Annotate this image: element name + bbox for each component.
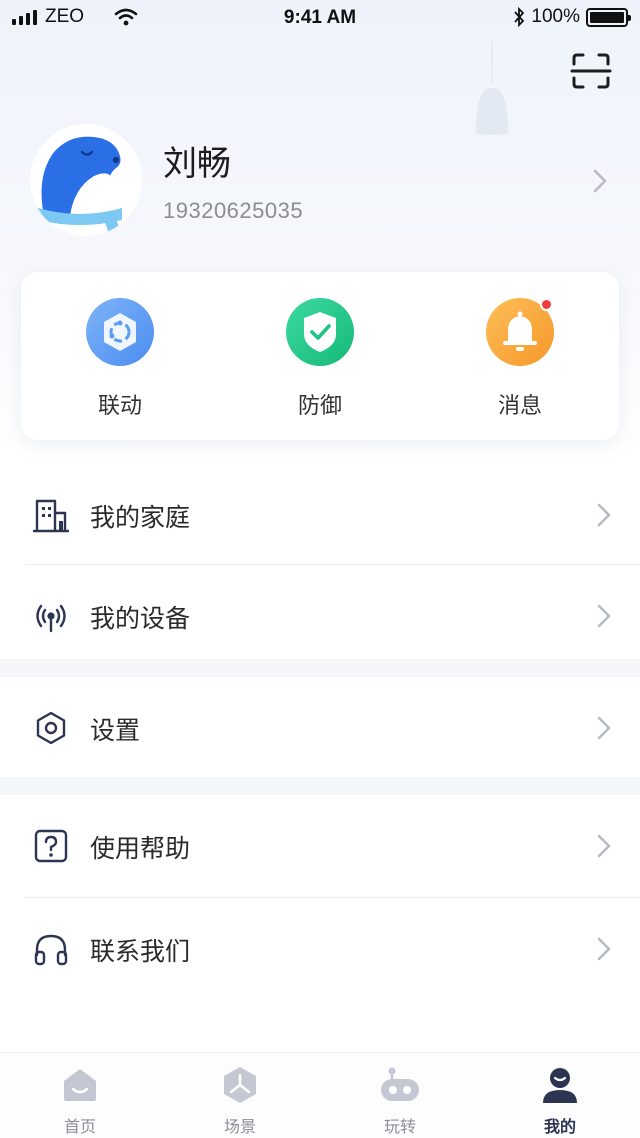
tab-label: 首页 (63, 1117, 96, 1136)
profile-header[interactable]: 刘畅 19320625035 (0, 118, 640, 244)
chevron-right-icon (597, 834, 611, 858)
menu-label: 我的设备 (90, 604, 191, 633)
menu-label: 联系我们 (90, 937, 191, 966)
battery-icon (586, 7, 631, 27)
robot-icon (381, 1067, 419, 1101)
tab-mine[interactable]: 我的 (480, 1053, 640, 1138)
status-right: 100% (513, 6, 631, 28)
tab-play[interactable]: 玩转 (320, 1053, 480, 1138)
tab-bar: 首页 场景 玩转 我的 (0, 1052, 640, 1138)
home-icon (64, 1069, 96, 1101)
menu-item-my-family[interactable]: 我的家庭 (0, 464, 640, 564)
quick-action-linkage[interactable]: 联动 (50, 298, 190, 419)
menu-item-settings[interactable]: 设置 (0, 677, 640, 777)
status-bar: ZEO 9:41 AM 100% (0, 0, 640, 36)
scan-button[interactable] (570, 52, 612, 90)
chevron-right-icon (597, 937, 611, 961)
avatar[interactable] (30, 124, 142, 236)
tab-label: 场景 (223, 1117, 256, 1136)
chevron-right-icon (593, 169, 607, 193)
menu-item-contact-us[interactable]: 联系我们 (0, 898, 640, 998)
bluetooth-icon (514, 7, 525, 27)
menu-label: 使用帮助 (90, 834, 191, 863)
quick-action-messages[interactable]: 消息 (450, 298, 590, 419)
quick-action-label: 消息 (497, 394, 542, 419)
seal-mascot-icon (38, 136, 122, 236)
section-gap (0, 659, 640, 677)
headphones-icon (34, 934, 68, 966)
quick-actions-card: 联动 防御 消息 (21, 272, 619, 440)
help-icon (34, 829, 68, 863)
menu-label: 我的家庭 (90, 503, 191, 532)
tab-label: 玩转 (383, 1117, 416, 1136)
scan-icon (570, 53, 612, 89)
scene-icon (224, 1067, 256, 1103)
menu-label: 设置 (90, 716, 141, 745)
tab-scene[interactable]: 场景 (160, 1053, 320, 1138)
tab-home[interactable]: 首页 (0, 1053, 160, 1138)
battery-percent: 100% (531, 6, 580, 27)
quick-action-defense[interactable]: 防御 (250, 298, 390, 419)
profile-icon (543, 1068, 577, 1103)
device-icon (36, 604, 66, 633)
quick-action-label: 联动 (97, 394, 142, 419)
shield-icon (286, 298, 354, 366)
linkage-icon (86, 298, 154, 366)
chevron-right-icon (597, 503, 611, 527)
chevron-right-icon (597, 716, 611, 740)
section-gap (0, 777, 640, 795)
chevron-right-icon (597, 604, 611, 628)
settings-icon (36, 711, 66, 745)
menu-item-help[interactable]: 使用帮助 (0, 795, 640, 895)
menu-item-my-devices[interactable]: 我的设备 (0, 565, 640, 665)
profile-phone: 19320625035 (163, 198, 304, 223)
profile-name: 刘畅 (163, 144, 231, 184)
tab-label: 我的 (543, 1117, 576, 1136)
notification-badge (540, 298, 553, 311)
quick-action-label: 防御 (297, 394, 342, 419)
building-icon (33, 499, 69, 533)
